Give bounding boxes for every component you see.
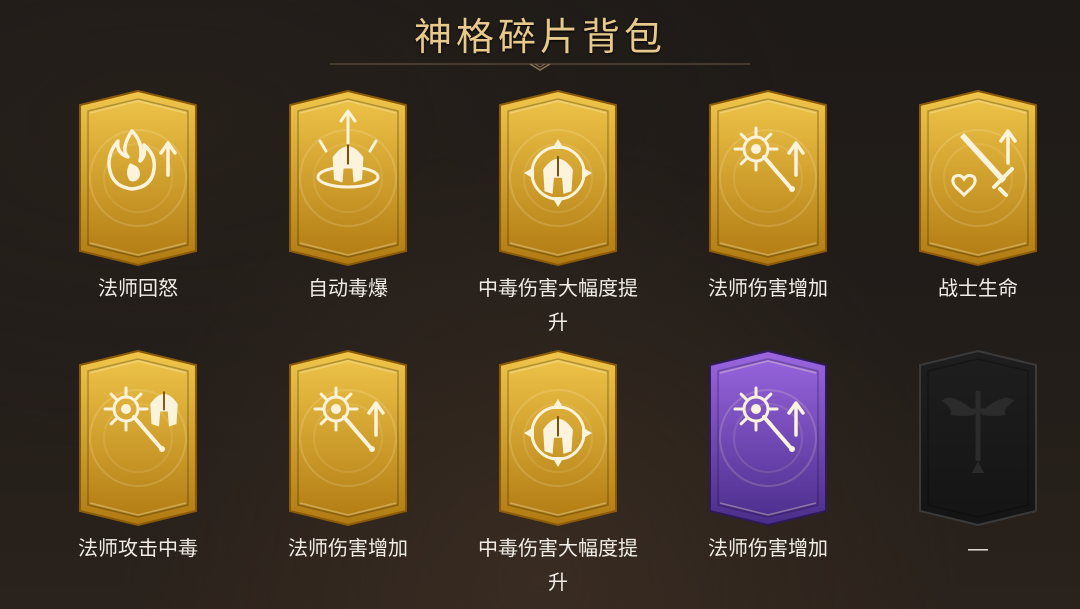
fragment-label: 法师伤害增加 (288, 538, 408, 560)
fragment-label: 法师伤害增加 (708, 538, 828, 560)
fragment-card[interactable]: 中毒伤害大幅度提升 (453, 350, 663, 600)
fragment-label: 自动毒爆 (308, 278, 388, 300)
fragment-card[interactable]: — (873, 350, 1080, 566)
fragment-card[interactable]: 法师攻击中毒 (33, 350, 243, 566)
fragment-card[interactable]: 中毒伤害大幅度提升 (453, 90, 663, 340)
fragment-label: — (968, 538, 988, 560)
fragment-label: 法师伤害增加 (708, 278, 828, 300)
fragment-label: 法师攻击中毒 (78, 538, 198, 560)
fragment-label: 战士生命 (938, 278, 1018, 300)
fragment-card[interactable]: 法师伤害增加 (663, 90, 873, 306)
fragment-label: 中毒伤害大幅度提升 (478, 538, 638, 594)
fragment-card[interactable]: 法师伤害增加 (663, 350, 873, 566)
fragment-card[interactable]: 法师伤害增加 (243, 350, 453, 566)
page-title: 神格碎片背包 (413, 17, 666, 59)
fragment-card[interactable]: 法师回怒 (33, 90, 243, 306)
fragment-label: 法师回怒 (98, 278, 178, 300)
fragment-card[interactable]: 自动毒爆 (243, 90, 453, 306)
fragment-label: 中毒伤害大幅度提升 (478, 278, 638, 334)
fragment-card[interactable]: 战士生命 (873, 90, 1080, 306)
title-divider (330, 63, 750, 71)
